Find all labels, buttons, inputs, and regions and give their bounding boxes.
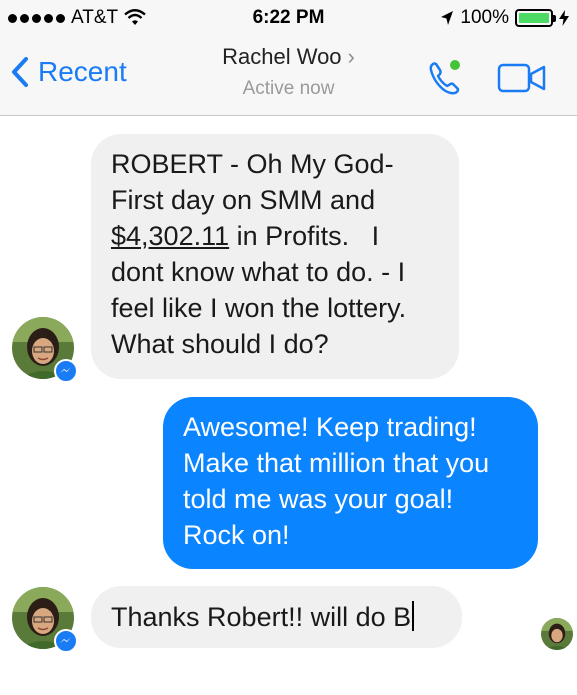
message-line: Awesome! Keep trading! (183, 412, 477, 442)
read-receipt-avatar (541, 618, 573, 650)
text-cursor (412, 601, 415, 631)
profit-amount-link[interactable]: $4,302.11 (111, 221, 229, 251)
contact-name: Rachel Woo (222, 44, 342, 69)
message-line: feel like I won the lottery. (111, 293, 407, 323)
chevron-right-icon: › (347, 44, 355, 69)
contact-status: Active now (242, 78, 335, 99)
charging-bolt-icon (559, 10, 569, 26)
nav-bar: Recent Rachel Woo › Active now (0, 38, 577, 116)
avatar-photo-icon (541, 618, 573, 650)
outgoing-message-bubble[interactable]: Awesome! Keep trading! Make that million… (163, 397, 538, 569)
message-line: told me was your goal! (183, 484, 454, 514)
location-arrow-icon (441, 11, 454, 25)
video-call-icon[interactable] (497, 62, 547, 94)
contact-header[interactable]: Rachel Woo › Active now (0, 44, 577, 100)
phone-call-icon[interactable] (424, 56, 468, 100)
message-line: What should I do? (111, 329, 329, 359)
message-text: Thanks Robert!! will do B (111, 602, 412, 632)
message-line: $4,302.11 in Profits. I (111, 218, 439, 254)
message-line: dont know what to do. - I (111, 257, 406, 287)
battery-icon (515, 9, 556, 27)
incoming-message-bubble[interactable]: ROBERT - Oh My God- First day on SMM and… (91, 134, 459, 379)
message-line: Rock on! (183, 520, 290, 550)
message-line: ROBERT - Oh My God- (111, 149, 394, 179)
message-line: First day on SMM and (111, 185, 376, 215)
message-line: Make that million that you (183, 448, 490, 478)
status-right: 100% (440, 7, 569, 29)
status-bar: AT&T 6:22 PM 100% (0, 0, 577, 38)
messenger-badge-icon (54, 629, 78, 653)
battery-percent: 100% (460, 7, 509, 28)
message-text: in Profits. I (229, 221, 380, 251)
incoming-message-bubble[interactable]: Thanks Robert!! will do B (91, 586, 462, 648)
messenger-badge-icon (54, 359, 78, 383)
